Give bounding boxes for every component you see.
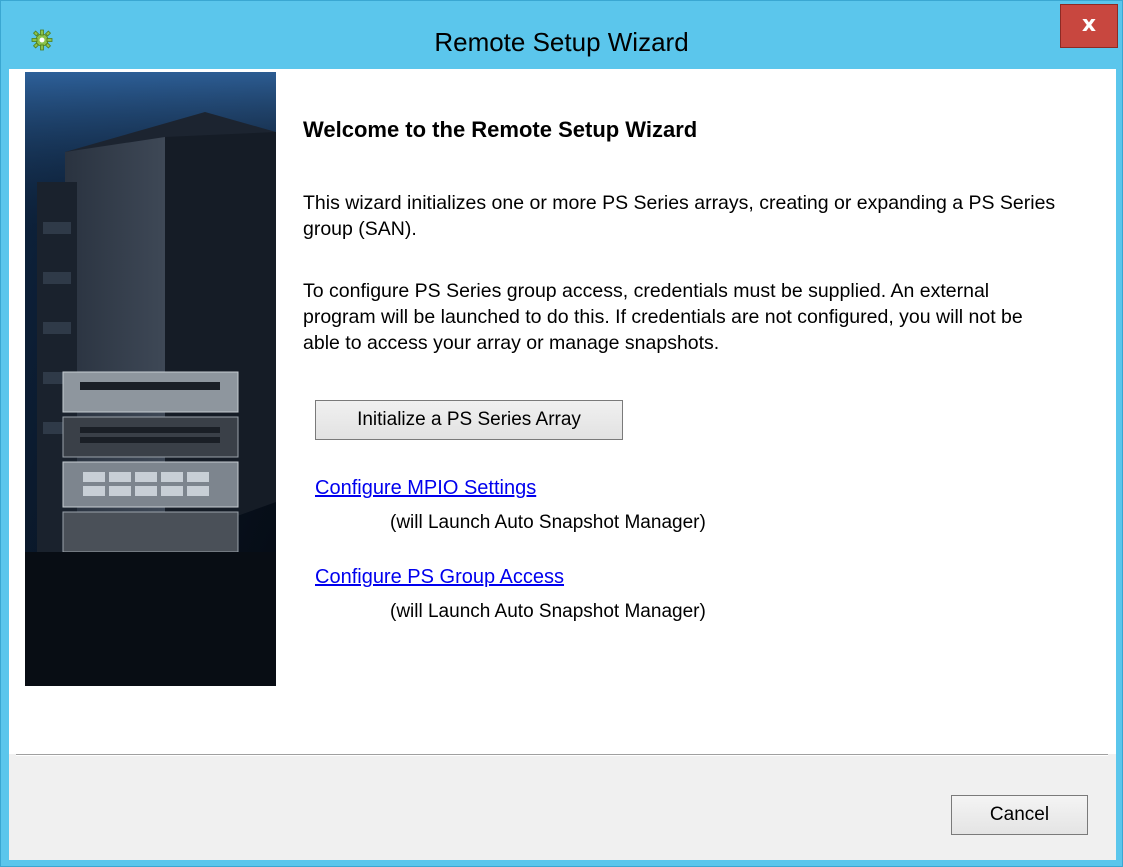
server-rack-image [25, 72, 276, 686]
wizard-window: Remote Setup Wizard x Welcome to the Rem… [0, 0, 1123, 867]
configure-mpio-link[interactable]: Configure MPIO Settings [315, 477, 536, 500]
close-button[interactable]: x [1060, 4, 1118, 48]
credentials-text: To configure PS Series group access, cre… [303, 280, 1023, 354]
cancel-button[interactable]: Cancel [951, 795, 1088, 835]
intro-text: This wizard initializes one or more PS S… [303, 192, 1056, 240]
group-access-launch-note: (will Launch Auto Snapshot Manager) [390, 601, 706, 622]
configure-group-access-link[interactable]: Configure PS Group Access [315, 566, 564, 589]
mpio-launch-note: (will Launch Auto Snapshot Manager) [390, 512, 706, 533]
window-title: Remote Setup Wizard [434, 27, 689, 57]
initialize-array-button[interactable]: Initialize a PS Series Array [315, 400, 623, 440]
close-icon: x [1081, 12, 1097, 37]
page-title: Welcome to the Remote Setup Wizard [303, 117, 698, 142]
button-footer: Cancel [9, 754, 1116, 860]
wizard-client-area: Welcome to the Remote Setup Wizard This … [9, 69, 1116, 860]
footer-divider [16, 754, 1108, 756]
